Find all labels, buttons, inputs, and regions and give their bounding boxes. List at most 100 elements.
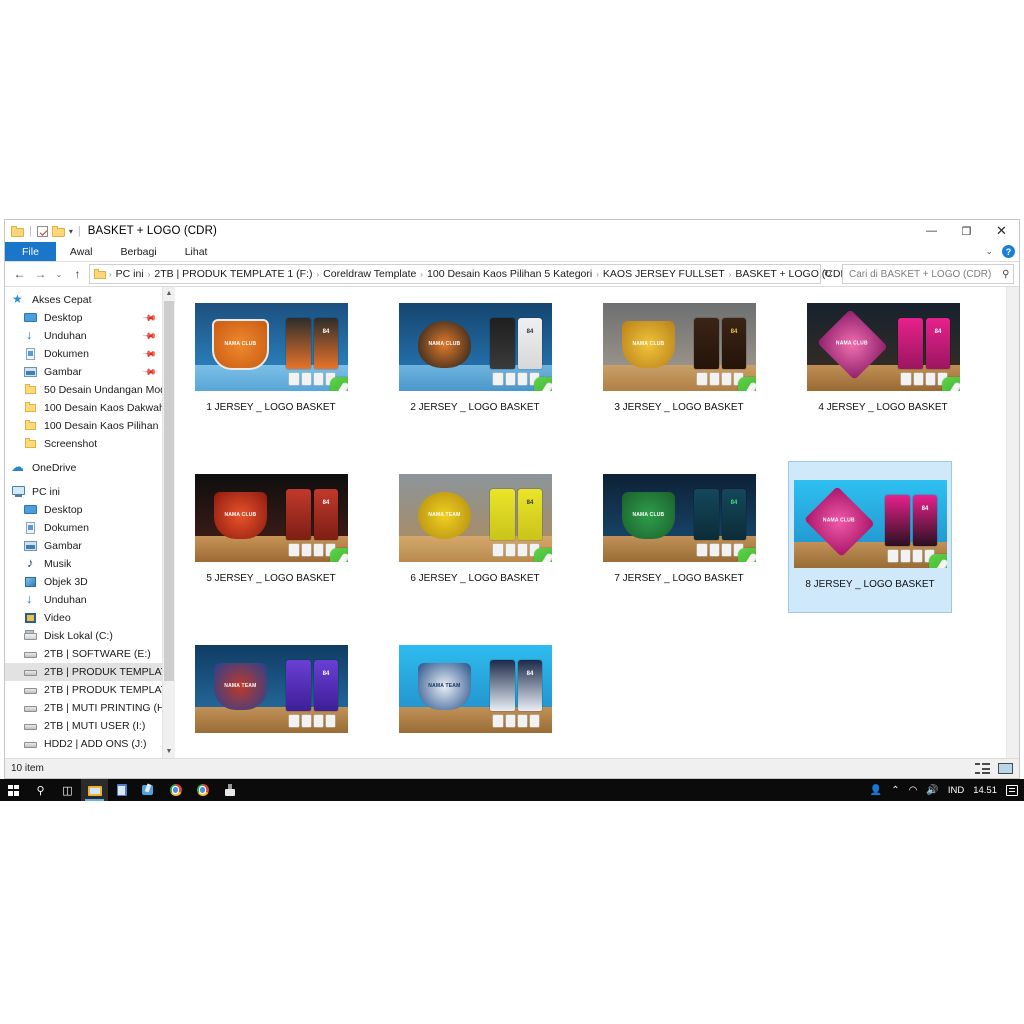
sidebar-item-disk-lokal-c[interactable]: Disk Lokal (C:) — [5, 627, 163, 645]
sidebar-group-akses-cepat[interactable]: Akses Cepat — [5, 291, 163, 309]
recent-locations-icon[interactable]: ⌄ — [52, 265, 66, 284]
paint-icon — [142, 784, 155, 796]
breadcrumb-item-0[interactable]: PC ini — [113, 268, 147, 280]
chrome-button-1[interactable] — [162, 779, 189, 801]
ribbon-tab-bar: File Awal Berbagi Lihat ⌄ ? — [5, 242, 1019, 262]
sidebar-item-drive-e[interactable]: 2TB | SOFTWARE (E:) — [5, 645, 163, 663]
title-bar: | ▾ | BASKET + LOGO (CDR) — ❐ ✕ — [5, 220, 1019, 242]
back-button[interactable]: ← — [10, 265, 29, 284]
sidebar-item-dokumen[interactable]: Dokumen 📌 — [5, 345, 163, 363]
jersey-number: 84 — [926, 329, 951, 335]
tab-lihat[interactable]: Lihat — [171, 242, 222, 261]
close-button[interactable]: ✕ — [984, 220, 1019, 242]
breadcrumb-item-3[interactable]: 100 Desain Kaos Pilihan 5 Kategori — [424, 268, 595, 280]
scroll-down-icon[interactable]: ▼ — [163, 745, 175, 758]
usb-device-button[interactable] — [216, 779, 243, 801]
club-logo: NAMA CLUB — [214, 492, 267, 539]
app-blue-button[interactable] — [108, 779, 135, 801]
file-item[interactable]: NAMA CLUB 84 4 JERSEY _ LOGO BASKET — [795, 297, 971, 457]
refresh-icon[interactable]: ↻ — [823, 269, 837, 280]
search-button[interactable]: ⚲ — [27, 779, 54, 801]
sidebar-item-unduhan[interactable]: Unduhan 📌 — [5, 327, 163, 345]
minimize-button[interactable]: — — [914, 220, 949, 242]
club-logo: NAMA CLUB — [418, 321, 471, 368]
sidebar-item-screenshot[interactable]: Screenshot — [5, 435, 163, 453]
paint-app-button[interactable] — [135, 779, 162, 801]
sidebar-item-pc-dokumen[interactable]: Dokumen — [5, 519, 163, 537]
scroll-up-icon[interactable]: ▲ — [163, 287, 175, 300]
sidebar-item-drive-i[interactable]: 2TB | MUTI USER (I:) — [5, 717, 163, 735]
clock[interactable]: 14.51 — [973, 785, 997, 796]
sidebar-item-pc-video[interactable]: Video — [5, 609, 163, 627]
sidebar-item-kaos-pilihan[interactable]: 100 Desain Kaos Pilihan 5 Katego — [5, 417, 163, 435]
wifi-icon[interactable]: ◠ — [909, 785, 918, 796]
sidebar-item-pc-gambar[interactable]: Gambar — [5, 537, 163, 555]
breadcrumb-item-1[interactable]: 2TB | PRODUK TEMPLATE 1 (F:) — [151, 268, 315, 280]
details-view-button[interactable] — [975, 762, 990, 775]
pin-icon[interactable]: 📌 — [142, 310, 158, 326]
chrome-button-2[interactable] — [189, 779, 216, 801]
pin-icon[interactable]: 📌 — [142, 364, 158, 380]
sidebar-item-drive-g[interactable]: 2TB | PRODUK TEMPLATE 2 (G:) — [5, 681, 163, 699]
new-folder-icon[interactable] — [52, 226, 65, 237]
file-thumbnail: NAMA TEAM 84 — [195, 645, 348, 733]
navigation-scrollbar[interactable]: ▲ ▼ — [162, 287, 175, 758]
file-list-pane[interactable]: NAMA CLUB 84 1 JERSEY _ LOGO BASKET — [175, 287, 1019, 758]
club-logo: NAMA CLUB — [804, 486, 874, 556]
sidebar-item-pc-objek-3d[interactable]: Objek 3D — [5, 573, 163, 591]
sidebar-group-onedrive[interactable]: OneDrive — [5, 459, 163, 477]
sidebar-item-pc-desktop[interactable]: Desktop — [5, 501, 163, 519]
file-item[interactable]: NAMA CLUB 84 3 JERSEY _ LOGO BASKET — [591, 297, 767, 457]
ribbon-collapse-icon[interactable]: ⌄ — [985, 246, 993, 257]
pin-icon[interactable]: 📌 — [142, 346, 158, 362]
sidebar-item-drive-f[interactable]: 2TB | PRODUK TEMPLATE 1 (F:) — [5, 663, 163, 681]
large-icons-view-button[interactable] — [998, 762, 1013, 775]
breadcrumb-item-4[interactable]: KAOS JERSEY FULLSET — [600, 268, 728, 280]
folder-icon — [23, 437, 39, 451]
sidebar-item-pc-musik[interactable]: Musik — [5, 555, 163, 573]
sidebar-item-kaos-dakwah[interactable]: 100 Desain Kaos Dakwah Terlaris — [5, 399, 163, 417]
file-item[interactable]: NAMA TEAM 84 6 JERSEY _ LOGO BASKET — [387, 468, 563, 628]
sidebar-group-pc-ini[interactable]: PC ini — [5, 483, 163, 501]
pin-icon[interactable]: 📌 — [142, 328, 158, 344]
tab-file[interactable]: File — [5, 242, 56, 261]
sidebar-item-drive-j[interactable]: HDD2 | ADD ONS (J:) — [5, 735, 163, 753]
sidebar-item-label: 2TB | MUTI PRINTING (H:) — [44, 702, 163, 714]
file-item[interactable]: NAMA CLUB 84 5 JERSEY _ LOGO BASKET — [183, 468, 359, 628]
sidebar-item-pc-unduhan[interactable]: Unduhan — [5, 591, 163, 609]
start-button[interactable] — [0, 779, 27, 801]
help-icon[interactable]: ? — [1002, 245, 1015, 258]
file-explorer-button[interactable] — [81, 779, 108, 801]
language-indicator[interactable]: IND — [948, 785, 964, 796]
file-item[interactable]: NAMA TEAM 84 — [387, 639, 563, 758]
sidebar-item-label: Gambar — [44, 540, 82, 552]
forward-button[interactable]: → — [31, 265, 50, 284]
scrollbar-thumb[interactable] — [164, 301, 174, 681]
sidebar-item-gambar[interactable]: Gambar 📌 — [5, 363, 163, 381]
file-item[interactable]: NAMA CLUB 84 7 JERSEY _ LOGO BASKET — [591, 468, 767, 628]
file-item-selected[interactable]: NAMA CLUB 84 8 JERSEY _ LOGO BASKET — [788, 461, 952, 613]
sidebar-item-desktop[interactable]: Desktop 📌 — [5, 309, 163, 327]
content-scrollbar[interactable] — [1006, 287, 1019, 758]
task-view-button[interactable]: ◫ — [54, 779, 81, 801]
action-center-icon[interactable] — [1006, 785, 1018, 796]
search-input[interactable]: Cari di BASKET + LOGO (CDR) ⚲ — [842, 264, 1014, 284]
tab-awal[interactable]: Awal — [56, 242, 107, 261]
chevron-up-icon[interactable]: ⌃ — [891, 785, 899, 796]
sidebar-item-drive-h[interactable]: 2TB | MUTI PRINTING (H:) — [5, 699, 163, 717]
tab-berbagi[interactable]: Berbagi — [107, 242, 171, 261]
speaker-icon[interactable]: 🔊 — [926, 785, 938, 796]
maximize-button[interactable]: ❐ — [949, 220, 984, 242]
properties-icon[interactable] — [37, 226, 48, 237]
people-icon[interactable]: 👤 — [870, 785, 882, 796]
sidebar-item-undangan-modern[interactable]: 50 Desain Undangan Modern Kel — [5, 381, 163, 399]
jersey-number: 84 — [518, 500, 543, 506]
chevron-down-icon[interactable]: ▾ — [69, 227, 73, 236]
up-button[interactable]: ↑ — [68, 265, 87, 284]
file-item[interactable]: NAMA TEAM 84 — [183, 639, 359, 758]
folder-icon[interactable] — [11, 226, 24, 237]
file-item[interactable]: NAMA CLUB 84 1 JERSEY _ LOGO BASKET — [183, 297, 359, 457]
breadcrumb[interactable]: › PC ini › 2TB | PRODUK TEMPLATE 1 (F:) … — [89, 264, 821, 284]
file-item[interactable]: NAMA CLUB 84 2 JERSEY _ LOGO BASKET — [387, 297, 563, 457]
breadcrumb-item-2[interactable]: Coreldraw Template — [320, 268, 419, 280]
